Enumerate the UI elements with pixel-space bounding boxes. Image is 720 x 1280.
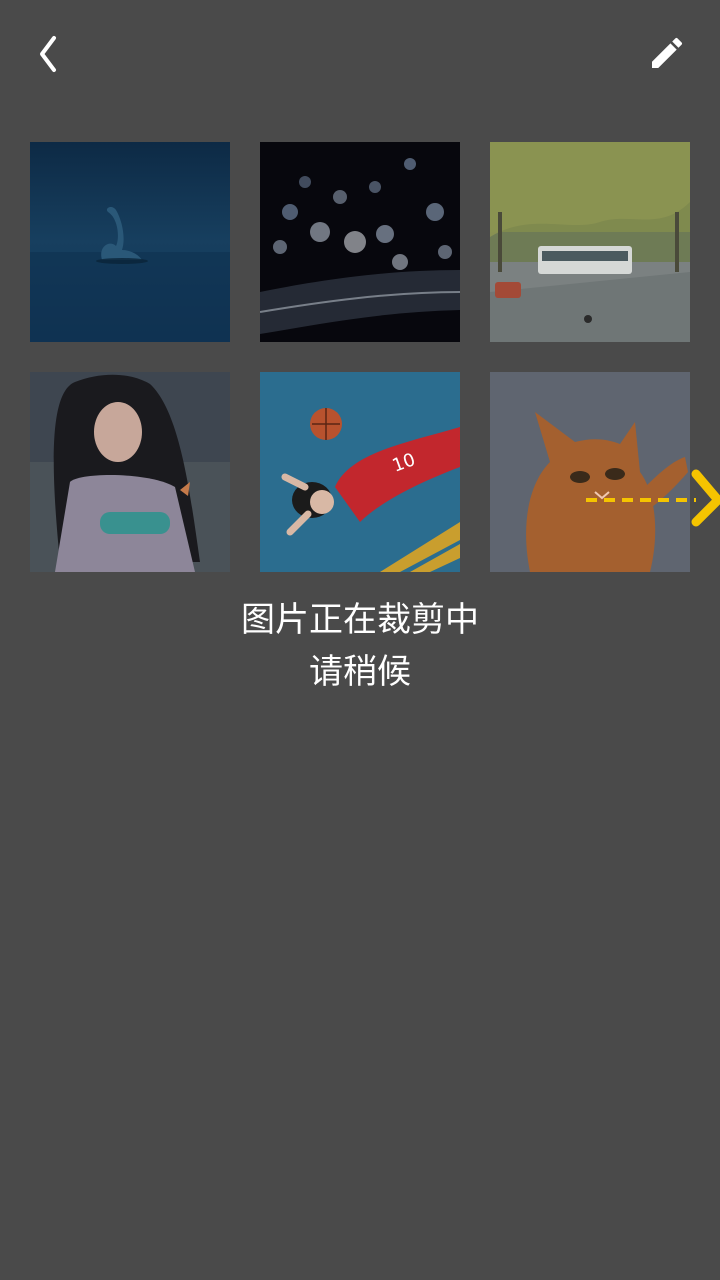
- swan-image: [30, 142, 230, 342]
- pencil-icon: [652, 37, 683, 68]
- photo-thumbnail-basketball[interactable]: 10: [260, 372, 460, 572]
- status-line-processing: 图片正在裁剪中: [241, 600, 479, 640]
- back-button[interactable]: [28, 28, 68, 80]
- photo-thumbnail-swan[interactable]: [30, 142, 230, 342]
- photo-thumbnail-street[interactable]: [490, 142, 690, 342]
- photo-thumbnail-portrait[interactable]: [30, 372, 230, 572]
- status-line-wait: 请稍候: [309, 652, 411, 692]
- street-bus-image: [490, 142, 690, 342]
- photo-thumbnail-bokeh[interactable]: [260, 142, 460, 342]
- basketball-player-image: 10: [260, 372, 460, 572]
- crop-arrow-icon: [586, 469, 720, 527]
- bokeh-image: [260, 142, 460, 342]
- girl-portrait-image: [30, 372, 230, 572]
- edit-button[interactable]: [644, 30, 690, 76]
- cropping-status: 图片正在裁剪中 请稍候: [0, 594, 720, 698]
- chevron-left-icon: [40, 36, 56, 72]
